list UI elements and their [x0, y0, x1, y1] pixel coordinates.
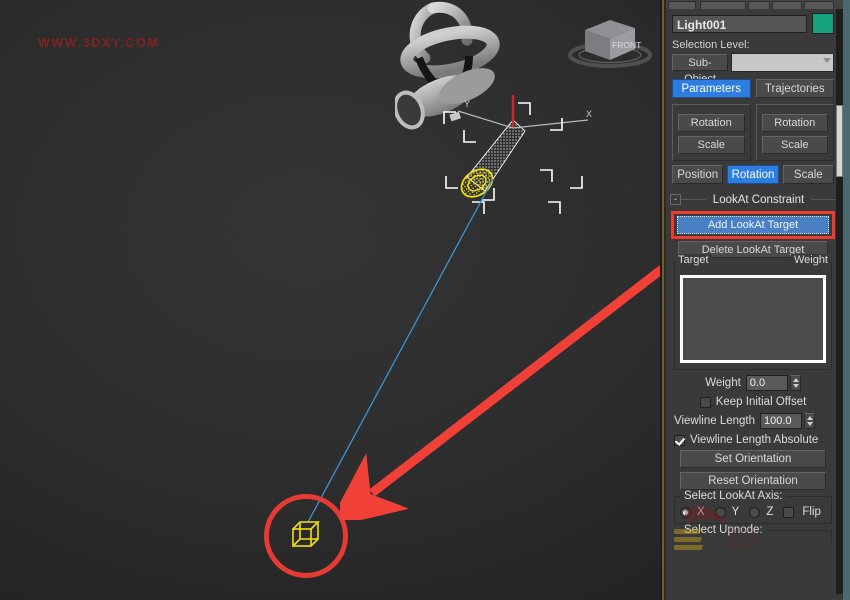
axis-radio-y[interactable]	[715, 507, 726, 518]
weight-input[interactable]: 0.0	[746, 375, 788, 391]
chevron-down-icon	[823, 58, 831, 63]
spinner-up-icon[interactable]	[807, 416, 813, 420]
keep-initial-offset-label: Keep Initial Offset	[716, 396, 807, 408]
sub-object-button[interactable]: Sub-Object	[672, 54, 728, 71]
axis-radio-z[interactable]	[749, 507, 760, 518]
sub-object-row: Sub-Object	[672, 53, 834, 72]
right-scale-button[interactable]: Scale	[762, 136, 829, 154]
axis-label-y-option: Y	[732, 506, 740, 518]
group-box-left: Rotation Scale	[672, 104, 751, 161]
viewline-spinner-arrows[interactable]	[804, 413, 815, 429]
select-upnode-group: Select Upnode:	[674, 530, 832, 543]
weight-spinner-arrows[interactable]	[790, 375, 801, 391]
keep-initial-offset-row[interactable]: Keep Initial Offset	[674, 396, 832, 408]
panel-body: Light001 Selection Level: Sub-Object Par…	[666, 9, 840, 600]
axis-radio-row: X Y Z Flip	[680, 506, 826, 518]
add-lookat-target-button[interactable]: Add LookAt Target	[677, 216, 829, 234]
annotation-circle	[264, 494, 348, 578]
assign-controller-groups: Rotation Scale Rotation Scale	[672, 104, 834, 161]
viewline-length-row: Viewline Length 100.0	[674, 413, 832, 429]
reset-orientation-button[interactable]: Reset Orientation	[680, 472, 826, 490]
viewline-absolute-row[interactable]: Viewline Length Absolute	[674, 434, 832, 446]
tab-parameters[interactable]: Parameters	[672, 79, 751, 98]
panel-scrollbar-thumb[interactable]	[836, 105, 843, 177]
rollout-rule-left	[681, 199, 706, 200]
transform-tabs: Position Rotation Scale	[672, 165, 834, 184]
transform-tab-rotation[interactable]: Rotation	[727, 165, 778, 184]
set-orientation-button[interactable]: Set Orientation	[680, 450, 826, 468]
select-upnode-label: Select Upnode:	[680, 524, 767, 536]
target-column-label: Target	[675, 254, 712, 266]
axis-label-x-option: X	[697, 506, 705, 518]
lookat-viewline	[280, 175, 510, 525]
axis-radio-x[interactable]	[680, 507, 691, 518]
panel-tabs: Parameters Trajectories	[672, 79, 834, 98]
3d-viewport[interactable]: WWW.3DXY.COM FRONT	[0, 0, 660, 600]
selection-level-label: Selection Level:	[672, 39, 834, 51]
rollout-title: LookAt Constraint	[706, 194, 811, 206]
site-watermark: WWW.3DXY.COM	[38, 36, 159, 50]
spinner-down-icon[interactable]	[807, 422, 813, 426]
viewline-absolute-checkbox[interactable]	[674, 435, 685, 446]
panel-right-edge	[843, 0, 850, 600]
weight-row: Weight 0.0	[674, 375, 832, 391]
object-name-row: Light001	[672, 13, 834, 34]
viewline-length-label: Viewline Length	[674, 415, 755, 427]
target-list-box[interactable]	[680, 275, 826, 363]
command-panel: Light001 Selection Level: Sub-Object Par…	[660, 0, 850, 600]
panel-scrollbar[interactable]	[836, 9, 843, 594]
target-weight-group: Target Weight	[674, 262, 832, 370]
lookat-axis-group-label: Select LookAt Axis:	[680, 490, 786, 502]
keep-initial-offset-checkbox[interactable]	[700, 397, 711, 408]
viewline-absolute-label: Viewline Length Absolute	[690, 434, 818, 446]
tab-trajectories[interactable]: Trajectories	[756, 79, 835, 98]
left-rotation-button[interactable]: Rotation	[678, 114, 745, 132]
object-color-swatch[interactable]	[812, 13, 834, 34]
transform-tab-scale[interactable]: Scale	[783, 165, 834, 184]
weight-spinner[interactable]: 0.0	[746, 375, 801, 391]
spinner-down-icon[interactable]	[793, 384, 799, 388]
axis-label-z-option: Z	[766, 506, 773, 518]
transform-tab-position[interactable]: Position	[672, 165, 723, 184]
toolbar-strip-partial	[666, 0, 850, 9]
viewline-length-spinner[interactable]: 100.0	[760, 413, 815, 429]
spinner-up-icon[interactable]	[793, 378, 799, 382]
flip-label: Flip	[802, 506, 821, 518]
viewline-length-input[interactable]: 100.0	[760, 413, 802, 429]
lookat-axis-group: Select LookAt Axis: X Y Z Flip	[674, 496, 832, 524]
right-rotation-button[interactable]: Rotation	[762, 114, 829, 132]
group-box-right: Rotation Scale	[756, 104, 835, 161]
sub-object-combo[interactable]	[731, 53, 834, 72]
object-name-input[interactable]: Light001	[672, 15, 807, 33]
left-scale-button[interactable]: Scale	[678, 136, 745, 154]
add-lookat-target-highlight: Add LookAt Target	[671, 211, 835, 239]
weight-column-label: Weight	[791, 254, 831, 266]
viewcube-label: FRONT	[612, 40, 641, 50]
application-window: WWW.3DXY.COM FRONT	[0, 0, 850, 600]
weight-label: Weight	[705, 377, 741, 389]
target-weight-headers: Target Weight	[675, 254, 831, 266]
rollout-collapse-icon[interactable]: -	[670, 194, 681, 205]
rollout-rule-right	[811, 199, 836, 200]
lookat-rollout-header[interactable]: - LookAt Constraint	[670, 192, 836, 207]
flip-checkbox[interactable]	[783, 507, 794, 518]
